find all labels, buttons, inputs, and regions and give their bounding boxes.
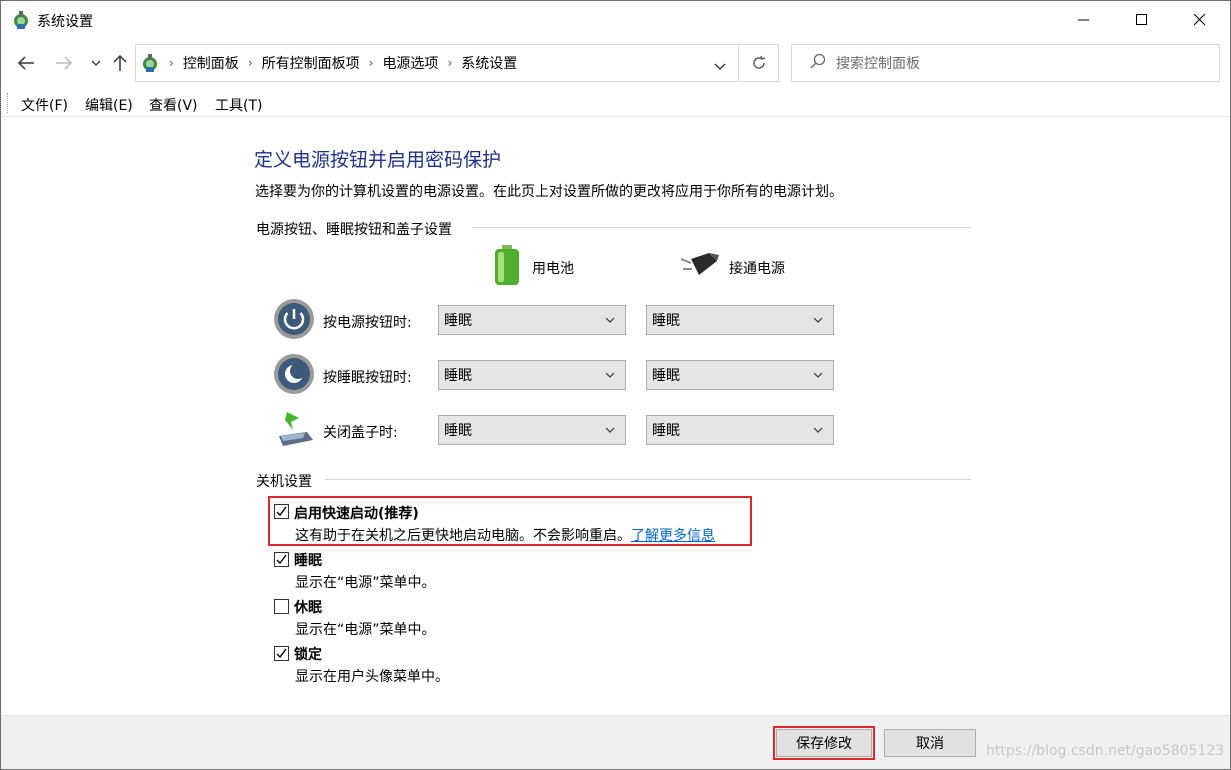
breadcrumb-item[interactable]: 控制面板 (183, 53, 239, 73)
maximize-icon (1136, 14, 1147, 25)
power-button-label: 按电源按钮时: (323, 315, 412, 331)
refresh-icon (752, 55, 765, 69)
power-button-icon (273, 298, 315, 340)
search-input[interactable]: 搜索控制面板 (836, 53, 920, 73)
arrow-right-icon (56, 56, 73, 70)
watermark: https://blog.csdn.net/gao5805123 (986, 743, 1225, 759)
control-panel-icon (11, 10, 31, 30)
lock-option-description: 显示在用户头像菜单中。 (295, 669, 449, 685)
minimize-button[interactable] (1055, 1, 1113, 39)
select-value: 睡眠 (444, 423, 472, 439)
address-dropdown-chevron-icon[interactable] (714, 59, 726, 75)
fast-startup-checkbox[interactable] (274, 504, 289, 519)
select-value: 睡眠 (652, 423, 680, 439)
menu-file[interactable]: 文件(F) (21, 95, 68, 115)
checkmark-icon (276, 554, 287, 565)
cancel-button[interactable]: 取消 (884, 729, 976, 757)
learn-more-link[interactable]: 了解更多信息 (631, 528, 715, 544)
refresh-button[interactable] (739, 44, 779, 82)
title-bar: 系统设置 (1, 1, 1230, 39)
close-button[interactable] (1171, 1, 1229, 39)
close-icon (1194, 14, 1206, 26)
forward-button[interactable] (53, 51, 75, 75)
breadcrumb-item[interactable]: 电源选项 (382, 53, 438, 73)
sleep-option-description: 显示在“电源”菜单中。 (295, 575, 436, 591)
control-panel-icon (140, 53, 160, 73)
arrow-up-icon (113, 54, 127, 71)
up-button[interactable] (109, 51, 131, 75)
power-button-plugged-select[interactable]: 睡眠 (646, 305, 834, 335)
hibernate-option-description: 显示在“电源”菜单中。 (295, 622, 436, 638)
chevron-down-icon (605, 317, 615, 323)
recent-locations-button[interactable] (85, 51, 107, 75)
page-description: 选择要为你的计算机设置的电源设置。在此页上对设置所做的更改将应用于你所有的电源计… (255, 184, 843, 200)
chevron-down-icon (91, 60, 101, 66)
chevron-down-icon (813, 317, 823, 323)
fast-startup-title[interactable]: 启用快速启动(推荐) (294, 503, 419, 523)
breadcrumb-item[interactable]: 系统设置 (461, 53, 517, 73)
chevron-down-icon (813, 427, 823, 433)
menu-tools[interactable]: 工具(T) (215, 95, 262, 115)
select-value: 睡眠 (444, 313, 472, 329)
breadcrumb-separator[interactable]: › (369, 56, 374, 70)
battery-column-header: 用电池 (532, 261, 574, 277)
menu-edit[interactable]: 编辑(E) (85, 95, 133, 115)
window-title: 系统设置 (37, 14, 93, 30)
checkmark-icon (276, 648, 287, 659)
address-bar[interactable]: › 控制面板 › 所有控制面板项 › 电源选项 › 系统设置 (135, 44, 739, 82)
system-settings-window: 系统设置 › 控制面板 › 所有控制面板项 › 电源选项 › 系统设置 搜索控制… (0, 0, 1231, 770)
sleep-button-label: 按睡眠按钮时: (323, 370, 412, 386)
power-button-battery-select[interactable]: 睡眠 (438, 305, 626, 335)
select-value: 睡眠 (652, 368, 680, 384)
save-button-highlight (773, 726, 875, 760)
lid-close-label: 关闭盖子时: (323, 425, 398, 441)
power-plug-icon (679, 251, 721, 285)
group-divider (325, 479, 971, 480)
breadcrumb-separator[interactable]: › (169, 56, 174, 70)
back-button[interactable] (15, 51, 37, 75)
sleep-checkbox[interactable] (274, 552, 289, 567)
menu-bar: 文件(F) 编辑(E) 查看(V) 工具(T) (1, 89, 1230, 117)
minimize-icon (1078, 19, 1089, 21)
breadcrumb-separator[interactable]: › (447, 56, 452, 70)
power-buttons-group-label: 电源按钮、睡眠按钮和盖子设置 (256, 222, 452, 238)
battery-icon (492, 245, 522, 291)
lid-close-plugged-select[interactable]: 睡眠 (646, 415, 834, 445)
search-box[interactable]: 搜索控制面板 (791, 44, 1220, 82)
page-title: 定义电源按钮并启用密码保护 (254, 149, 502, 171)
select-value: 睡眠 (444, 368, 472, 384)
search-icon (810, 53, 826, 73)
hibernate-option-title[interactable]: 休眠 (294, 597, 322, 617)
laptop-lid-icon (273, 408, 315, 450)
chevron-down-icon (605, 427, 615, 433)
breadcrumb-item[interactable]: 所有控制面板项 (262, 53, 360, 73)
shutdown-group-label: 关机设置 (256, 474, 312, 490)
sleep-button-battery-select[interactable]: 睡眠 (438, 360, 626, 390)
checkmark-icon (276, 506, 287, 517)
chevron-down-icon (813, 372, 823, 378)
plugged-column-header: 接通电源 (729, 261, 785, 277)
sleep-button-icon (273, 353, 315, 395)
hibernate-checkbox[interactable] (274, 599, 289, 614)
sleep-button-plugged-select[interactable]: 睡眠 (646, 360, 834, 390)
fast-startup-description: 这有助于在关机之后更快地启动电脑。不会影响重启。了解更多信息 (295, 525, 715, 545)
arrow-left-icon (17, 56, 34, 70)
fast-startup-desc-text: 这有助于在关机之后更快地启动电脑。不会影响重启。 (295, 528, 631, 544)
maximize-button[interactable] (1113, 1, 1171, 39)
sleep-option-title[interactable]: 睡眠 (294, 550, 322, 570)
select-value: 睡眠 (652, 313, 680, 329)
menu-grip (7, 93, 8, 113)
lock-option-title[interactable]: 锁定 (294, 644, 322, 664)
group-divider (473, 227, 971, 228)
menu-view[interactable]: 查看(V) (149, 95, 198, 115)
lock-checkbox[interactable] (274, 646, 289, 661)
breadcrumb-separator[interactable]: › (248, 56, 253, 70)
chevron-down-icon (605, 372, 615, 378)
lid-close-battery-select[interactable]: 睡眠 (438, 415, 626, 445)
